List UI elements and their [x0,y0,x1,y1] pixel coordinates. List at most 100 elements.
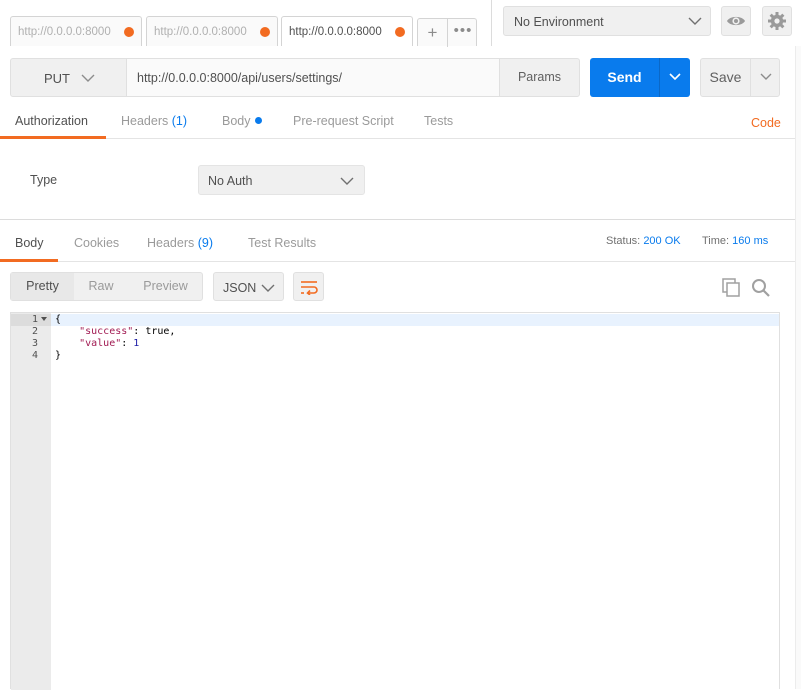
send-options-button[interactable] [659,58,690,97]
new-tab-button[interactable]: + [418,19,448,47]
tab-pre-request-script[interactable]: Pre-request Script [293,114,394,128]
params-button[interactable]: Params [499,58,580,97]
eye-icon [727,16,745,26]
format-select-value: JSON [223,281,257,295]
active-tab-indicator [0,259,58,262]
request-tab-title: http://0.0.0.0:8000 [154,26,247,38]
line-number: 3 [31,338,38,349]
response-tabs: Body Cookies Headers (9) Test Results St… [0,222,801,262]
response-tab-headers[interactable]: Headers (9) [147,236,213,250]
auth-type-label: Type [30,173,58,187]
line-number: 4 [31,350,38,361]
search-icon[interactable] [751,278,770,297]
response-time: Time: 160 ms [702,235,768,247]
code-line: } [55,350,61,361]
chevron-down-icon [760,73,772,80]
tab-authorization[interactable]: Authorization [15,114,88,128]
url-input[interactable]: http://0.0.0.0:8000/api/users/settings/ [126,58,500,97]
code-line: "success": true, [55,326,175,337]
copy-icon[interactable] [722,278,741,297]
response-body-editor[interactable]: 1 2 3 4 { "success": true, "value": 1 } [10,312,780,690]
save-options-button[interactable] [750,59,780,96]
auth-type-select-value: No Auth [208,174,253,188]
tab-tests[interactable]: Tests [424,114,453,128]
chevron-down-icon [688,17,702,25]
unsaved-dot-icon [124,27,134,37]
send-button-group: Send [590,58,690,97]
tab-body[interactable]: Body [222,114,262,128]
wrap-lines-icon [300,280,318,295]
format-select[interactable]: JSON [213,272,284,301]
json-brace: { [55,314,62,325]
method-select-value: PUT [44,71,70,86]
response-tab-body[interactable]: Body [15,236,44,250]
wrap-lines-button[interactable] [293,272,324,301]
tab-actions: + ••• [417,18,478,47]
view-pretty-button[interactable]: Pretty [11,273,74,300]
modified-dot-icon [254,117,262,124]
view-raw-button[interactable]: Raw [74,273,128,300]
view-mode-group: Pretty Raw Preview [10,272,203,301]
code-line: { [55,314,61,325]
environment-quick-look-button[interactable] [721,6,751,36]
json-brace: } [55,350,62,361]
json-key: "success" [79,326,134,337]
active-line-highlight [11,314,779,326]
generate-code-link[interactable]: Code [751,116,781,130]
chevron-down-icon [340,177,354,185]
json-key: "value" [79,338,122,349]
line-number: 2 [31,326,38,337]
settings-button[interactable] [762,6,792,36]
tab-headers-label: Headers [121,114,169,128]
tab-body-label: Body [222,114,251,128]
tab-headers[interactable]: Headers (1) [121,114,187,128]
fold-arrow-icon[interactable] [41,317,47,322]
request-tab-title: http://0.0.0.0:8000 [18,26,111,38]
tab-bar: http://0.0.0.0:8000 http://0.0.0.0:8000 … [0,0,801,47]
unsaved-dot-icon [260,27,270,37]
response-tab-cookies[interactable]: Cookies [74,236,119,250]
response-status: Status: 200 OK [606,235,681,247]
response-time-value: 160 ms [732,235,769,247]
response-tab-test-results[interactable]: Test Results [248,236,316,250]
more-tabs-button[interactable]: ••• [448,19,478,47]
json-value: true [145,326,170,337]
chevron-down-icon [669,73,681,81]
window-scrollbar[interactable] [795,46,801,689]
divider [491,0,492,46]
environment-select-value: No Environment [514,15,604,29]
response-status-label: Status: [606,235,641,247]
response-tab-headers-label: Headers [147,236,195,250]
json-value: 1 [133,338,140,349]
json-colon: : [133,326,146,337]
request-tab-title: http://0.0.0.0:8000 [289,26,382,38]
auth-type-select[interactable]: No Auth [198,165,365,195]
request-tabs: Authorization Headers (1) Body Pre-reque… [0,108,801,139]
url-input-value: http://0.0.0.0:8000/api/users/settings/ [137,71,342,85]
response-time-label: Time: [702,235,730,247]
line-number: 1 [31,314,38,325]
json-comma: , [169,326,176,337]
tab-headers-count: (1) [171,114,188,128]
gear-icon [768,12,786,30]
save-button-group: Save [700,58,780,97]
active-tab-indicator [0,136,106,139]
chevron-down-icon [81,74,95,82]
request-tab[interactable]: http://0.0.0.0:8000 [146,16,278,46]
environment-select[interactable]: No Environment [503,6,711,36]
method-select[interactable]: PUT [10,58,127,97]
unsaved-dot-icon [395,27,405,37]
response-status-value: 200 OK [643,235,681,247]
save-button[interactable]: Save [701,59,750,96]
send-button[interactable]: Send [590,58,659,97]
response-tab-headers-count: (9) [197,236,214,250]
request-tab[interactable]: http://0.0.0.0:8000 [10,16,142,46]
code-line: "value": 1 [55,338,139,349]
view-preview-button[interactable]: Preview [128,273,203,300]
chevron-down-icon [261,284,275,292]
editor-gutter [11,313,51,690]
json-colon: : [121,338,134,349]
request-tab-active[interactable]: http://0.0.0.0:8000 [281,16,413,46]
